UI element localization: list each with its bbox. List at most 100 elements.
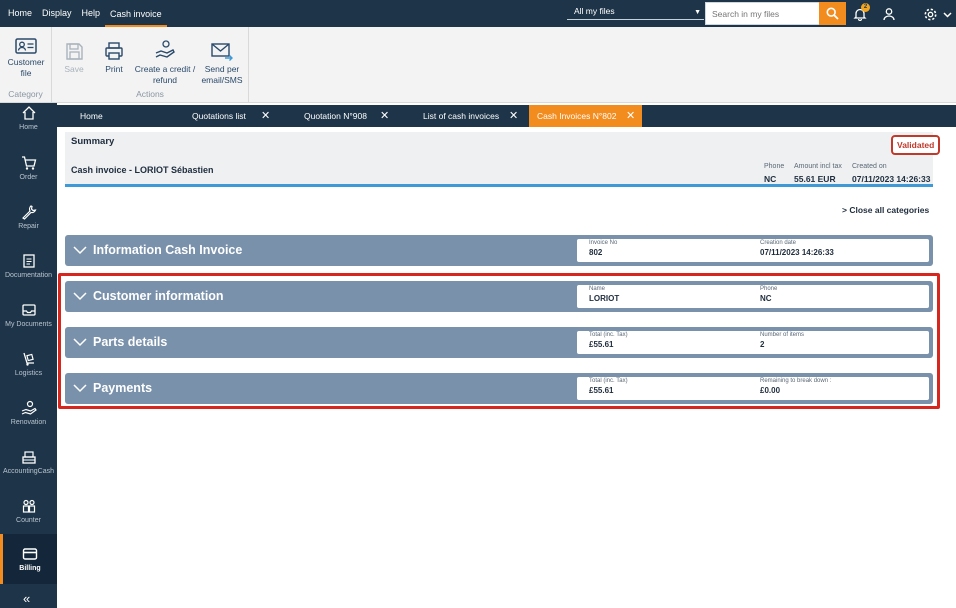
search-button[interactable] bbox=[819, 2, 846, 25]
field-value: 07/11/2023 14:26:33 bbox=[760, 248, 834, 257]
sidebar-item-label: Repair bbox=[18, 223, 39, 230]
chevron-down-icon: ▼ bbox=[694, 9, 701, 16]
sidebar-item-repair[interactable]: Repair bbox=[0, 202, 57, 248]
credit-icon-wrap bbox=[154, 35, 176, 61]
user-icon bbox=[883, 8, 895, 21]
sidebar-item-label: Counter bbox=[16, 517, 41, 524]
summary-title: Summary bbox=[71, 136, 115, 147]
close-icon[interactable]: ✕ bbox=[261, 105, 270, 127]
card-icon bbox=[22, 544, 38, 564]
id-card-icon bbox=[15, 38, 37, 54]
sidebar-item-label: Logistics bbox=[14, 370, 43, 377]
close-icon[interactable]: ✕ bbox=[380, 105, 389, 127]
print-icon-wrap bbox=[104, 35, 124, 61]
user-account-button[interactable] bbox=[880, 5, 898, 23]
save-icon-wrap bbox=[65, 35, 84, 61]
register-icon bbox=[21, 447, 37, 467]
tab-quotations-list[interactable]: Quotations list ✕ bbox=[184, 105, 284, 127]
mail-send-icon bbox=[211, 43, 233, 61]
summary-panel: Summary Cash invoice - LORIOT Sébastien … bbox=[65, 132, 941, 187]
save-label: Save bbox=[64, 64, 84, 74]
collapse-sidebar-button[interactable]: « bbox=[23, 591, 30, 606]
menu-home[interactable]: Home bbox=[3, 0, 37, 27]
sidebar-item-label: Documentation bbox=[4, 272, 53, 279]
ribbon-group-actions: Save Print Create a credit / refund Send… bbox=[52, 27, 249, 103]
create-credit-refund-button[interactable]: Create a credit / refund bbox=[134, 35, 196, 86]
chevron-down-icon bbox=[942, 11, 952, 18]
info-field: Creation date 07/11/2023 14:26:33 bbox=[760, 240, 834, 257]
sidebar-item-label: AccountingCash bbox=[3, 468, 54, 475]
chevron-right-icon: > bbox=[842, 205, 847, 215]
close-icon[interactable]: ✕ bbox=[509, 105, 518, 127]
sidebar-item-billing[interactable]: Billing bbox=[0, 534, 57, 584]
field-label: Amount incl tax bbox=[794, 163, 842, 170]
tab-label: List of cash invoices bbox=[423, 111, 500, 121]
highlight-annotation-box bbox=[58, 273, 940, 409]
send-icon-wrap bbox=[210, 35, 234, 61]
summary-field-phone: Phone NC bbox=[764, 163, 784, 184]
status-badge: Validated bbox=[891, 135, 941, 155]
customer-file-button[interactable]: Customer file bbox=[4, 36, 48, 79]
info-field: Invoice No 802 bbox=[589, 240, 617, 257]
sidebar-item-documentation[interactable]: Documentation bbox=[0, 251, 57, 297]
sidebar-item-label: Billing bbox=[19, 565, 41, 572]
field-label: Phone bbox=[764, 163, 785, 170]
settings-button[interactable] bbox=[921, 5, 939, 23]
hand-money-icon bbox=[155, 40, 175, 58]
customer-file-icon-wrap bbox=[15, 36, 37, 54]
menu-cash-invoice[interactable]: Cash invoice bbox=[105, 1, 167, 27]
field-value: 55.61 EUR bbox=[794, 174, 836, 184]
tab-label: Quotation N°908 bbox=[304, 111, 367, 121]
sidebar-item-order[interactable]: Order bbox=[0, 153, 57, 199]
group-label-actions: Actions bbox=[136, 89, 164, 99]
field-label: Invoice No bbox=[589, 240, 618, 246]
sidebar-item-label: Renovation bbox=[10, 419, 47, 426]
tab-label: Quotations list bbox=[192, 111, 246, 121]
tab-list-cash-invoices[interactable]: List of cash invoices ✕ bbox=[415, 105, 527, 127]
tab-home[interactable]: Home bbox=[72, 105, 182, 127]
wrench-icon bbox=[21, 202, 37, 222]
notifications-button[interactable]: 2 bbox=[851, 3, 870, 23]
field-value: 802 bbox=[589, 248, 603, 257]
ribbon-toolbar: Customer file Category Save Print Create… bbox=[0, 27, 956, 103]
sidebar-item-label: Order bbox=[19, 174, 38, 181]
sidebar-item-home[interactable]: Home bbox=[0, 103, 57, 149]
field-value: NC bbox=[764, 174, 777, 184]
tab-cash-invoice-802[interactable]: Cash Invoices N°802 ✕ bbox=[529, 105, 642, 127]
notification-count: 2 bbox=[861, 3, 870, 12]
customer-file-label: Customer file bbox=[7, 57, 45, 78]
section-information-cash-invoice[interactable]: Information Cash Invoice Invoice No 802 … bbox=[65, 235, 933, 266]
group-label-category: Category bbox=[8, 89, 43, 99]
main-menu: Home Display Help Cash invoice bbox=[0, 0, 167, 27]
document-icon bbox=[21, 251, 37, 271]
close-all-label: Close all categories bbox=[849, 205, 930, 215]
send-email-sms-button[interactable]: Send per email/SMS bbox=[198, 35, 246, 86]
tab-quotation-908[interactable]: Quotation N°908 ✕ bbox=[296, 105, 396, 127]
summary-field-created-on: Created on 07/11/2023 14:26:33 bbox=[852, 163, 930, 184]
sidebar-item-label: Home bbox=[19, 124, 38, 131]
settings-dropdown[interactable] bbox=[940, 5, 954, 23]
files-scope-select[interactable]: All my files ▼ bbox=[567, 3, 704, 20]
sidebar-item-renovation[interactable]: Renovation bbox=[0, 398, 57, 444]
ribbon-group-category: Customer file Category bbox=[0, 27, 52, 103]
field-label: Created on bbox=[852, 163, 887, 170]
close-icon[interactable]: ✕ bbox=[626, 105, 635, 127]
sidebar-item-logistics[interactable]: Logistics bbox=[0, 349, 57, 395]
summary-field-amount: Amount incl tax 55.61 EUR bbox=[794, 163, 842, 184]
sidebar: Home Order Repair Documentation My Docum… bbox=[0, 103, 57, 608]
sidebar-item-accounting-cash[interactable]: AccountingCash bbox=[0, 447, 57, 493]
tab-label: Home bbox=[80, 111, 103, 121]
people-icon bbox=[21, 496, 37, 516]
search-input[interactable] bbox=[706, 3, 814, 24]
menu-display[interactable]: Display bbox=[37, 0, 77, 27]
sidebar-item-my-documents[interactable]: My Documents bbox=[0, 300, 57, 346]
save-button[interactable]: Save bbox=[60, 35, 88, 75]
menu-help[interactable]: Help bbox=[77, 0, 106, 27]
print-button[interactable]: Print bbox=[100, 35, 128, 75]
top-bar: Home Display Help Cash invoice All my fi… bbox=[0, 0, 956, 27]
gear-icon bbox=[924, 8, 936, 20]
cart-icon bbox=[21, 153, 37, 173]
print-label: Print bbox=[105, 64, 123, 74]
section-title: Information Cash Invoice bbox=[93, 243, 243, 257]
close-all-categories-link[interactable]: > Close all categories bbox=[842, 205, 929, 215]
